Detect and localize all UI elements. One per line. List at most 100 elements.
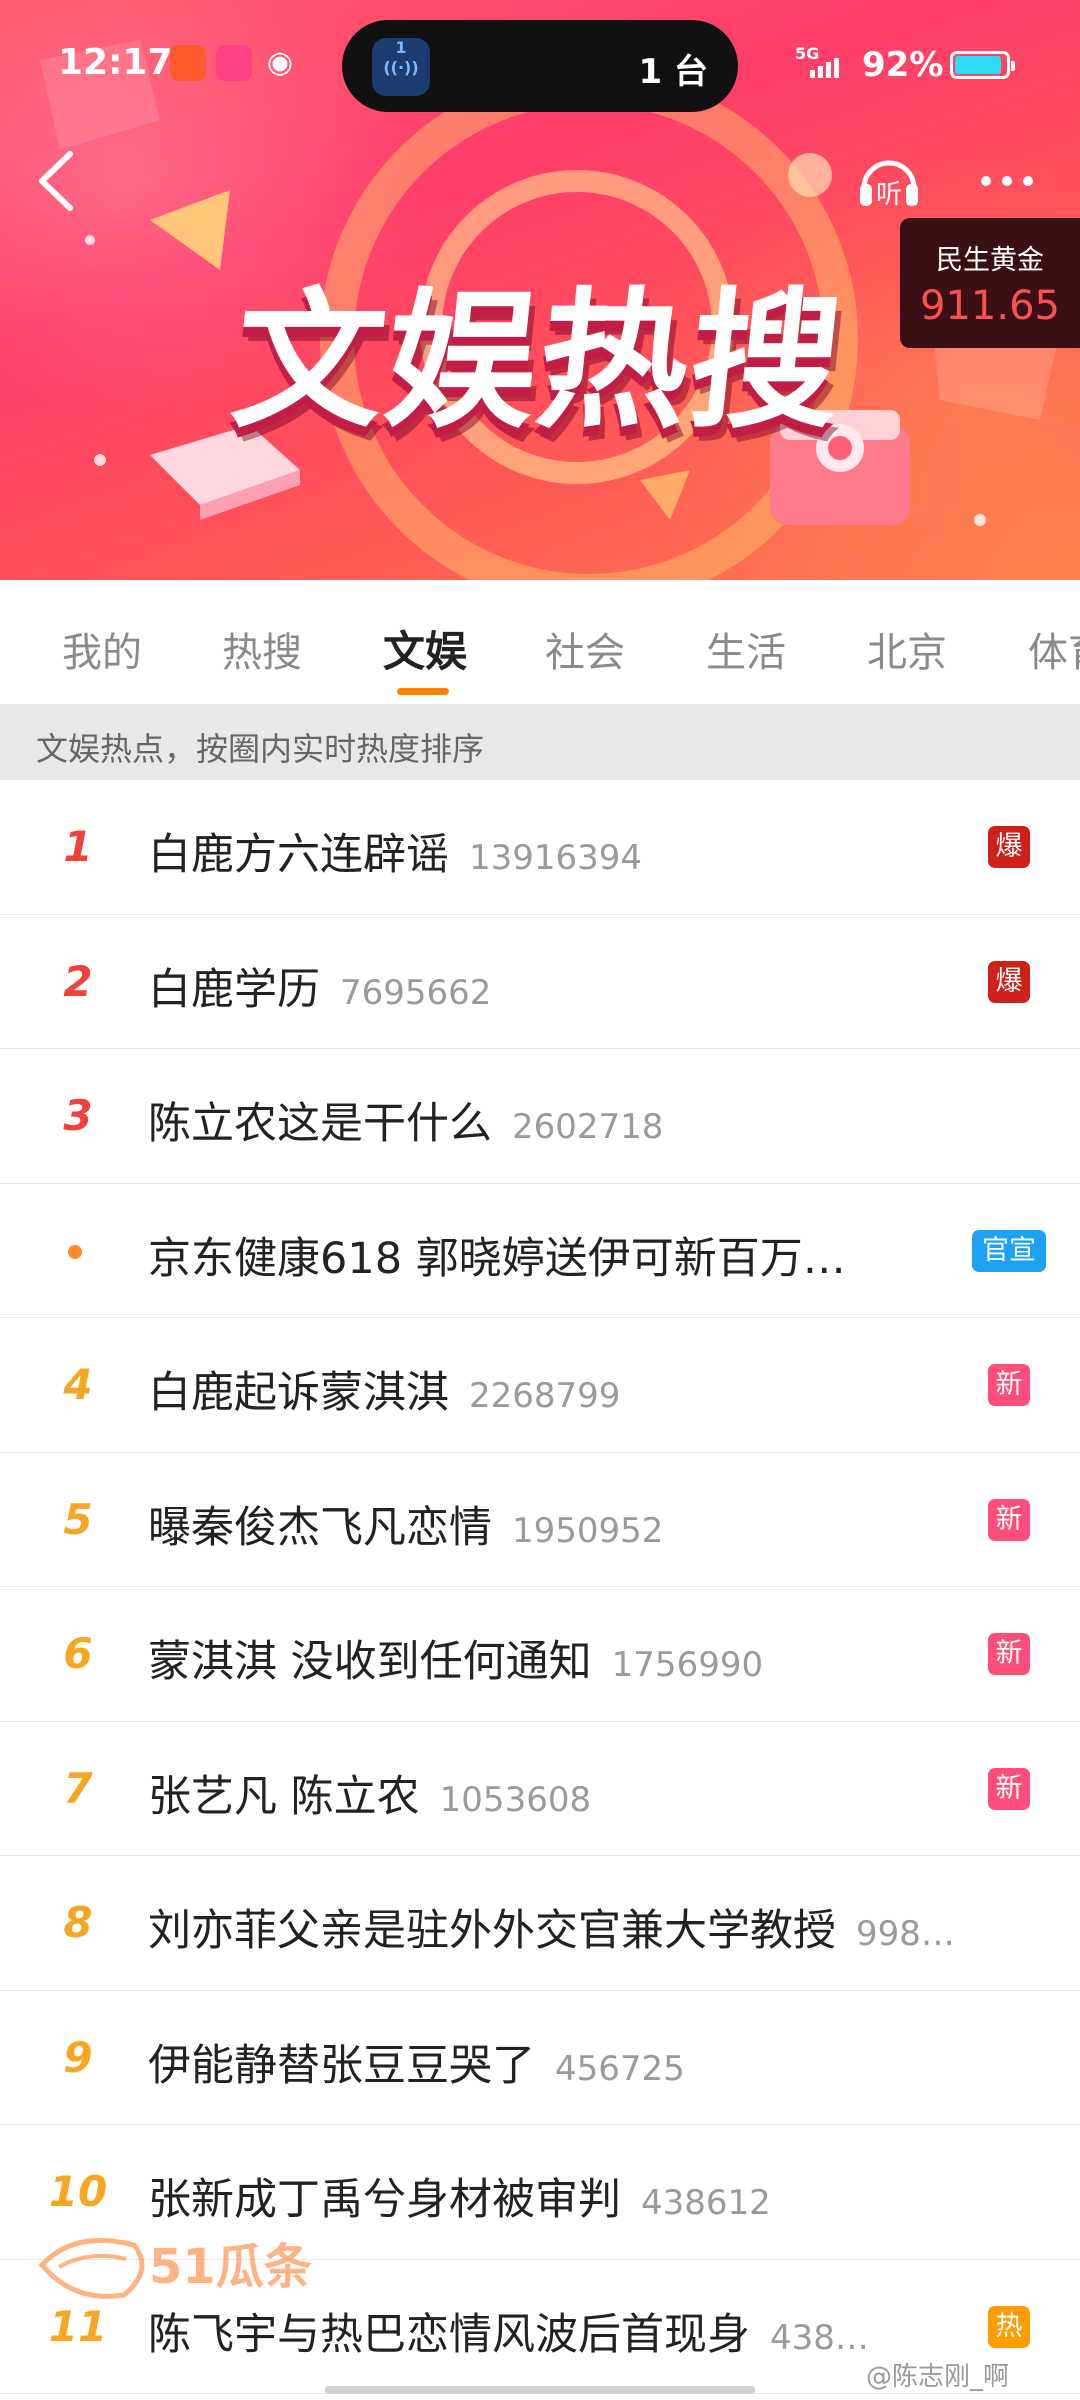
headphones-icon: 听	[860, 160, 918, 210]
heat-count: 1756990	[611, 1645, 764, 1685]
hot-search-list: 1 白鹿方六连辟谣 13916394 爆 2 白鹿学历 7695662 爆 3 陈立…	[0, 780, 1080, 2394]
list-item[interactable]: 8 刘亦菲父亲是驻外外交官兼大学教授 998…	[0, 1856, 1080, 1991]
topic-title: 蒙淇淇 没收到任何通知	[148, 1637, 592, 1687]
battery-percent: 92%	[862, 45, 944, 85]
topic-title: 陈飞宇与热巴恋情风波后首现身	[148, 2309, 750, 2360]
heat-count: 438…	[770, 2317, 869, 2358]
list-item[interactable]: 2 白鹿学历 7695662 爆	[0, 915, 1080, 1049]
signal-icon	[810, 58, 842, 78]
page-title: 文娱热搜	[225, 275, 852, 449]
list-item[interactable]: 3 陈立农这是干什么 2602718	[0, 1049, 1080, 1184]
list-item[interactable]: 7 张艺凡 陈立农 1053608 新	[0, 1722, 1080, 1856]
topic-text: 白鹿起诉蒙淇淇 2268799	[148, 1358, 620, 1420]
live-activity-text: 1 台	[638, 52, 709, 92]
rank-number: 10	[48, 2167, 108, 2216]
topic-text: 张艺凡 陈立农 1053608	[148, 1762, 591, 1824]
new-badge: 新	[988, 1364, 1030, 1406]
chevron-left-icon	[39, 151, 73, 211]
heat-count: 2602718	[512, 1107, 664, 1147]
dynamic-island[interactable]: 1 ((·)) 1 台	[342, 20, 738, 112]
list-item[interactable]: 9 伊能静替张豆豆哭了 456725	[0, 1991, 1080, 2125]
island-app-number: 1	[395, 38, 407, 57]
list-item[interactable]: 1 白鹿方六连辟谣 13916394 爆	[0, 780, 1080, 915]
new-badge: 新	[988, 1633, 1030, 1675]
rank-number: 8	[63, 1898, 93, 1947]
topic-title: 张新成丁禹兮身材被审判	[148, 2175, 621, 2225]
heat-count: 7695662	[340, 972, 492, 1013]
tab-life[interactable]: 生活	[706, 620, 786, 678]
back-button[interactable]	[36, 150, 96, 220]
live-activity-app-icon: 1 ((·))	[372, 38, 430, 96]
list-item[interactable]: 5 曝秦俊杰飞凡恋情 1950952 新	[0, 1453, 1080, 1587]
rank-number: 4	[63, 1360, 93, 1409]
watermark-logo: 51瓜条	[34, 2225, 334, 2305]
watermark-author: @陈志刚_啊	[866, 2362, 1010, 2392]
heat-count: 998…	[856, 1914, 955, 1954]
status-bar: 12:17 ◉ 1 ((·)) 1 台 5G 92%	[0, 20, 1080, 112]
rank-number: 1	[63, 822, 93, 871]
tab-mine[interactable]: 我的	[62, 620, 142, 678]
explode-badge: 爆	[988, 960, 1030, 1003]
rank-number: 2	[63, 956, 93, 1006]
rank-number: 7	[63, 1763, 93, 1813]
topic-text: 京东健康618 郭晓婷送伊可新百万…	[148, 1224, 846, 1286]
weibo-icon: ◉	[266, 45, 294, 80]
home-indicator[interactable]	[325, 2386, 755, 2394]
topic-title: 伊能静替张豆豆哭了	[148, 2040, 535, 2091]
rank-number: 11	[48, 2301, 108, 2351]
active-tab-indicator	[397, 688, 449, 695]
app-notification-icon	[170, 45, 206, 81]
rank-number: 3	[63, 1091, 93, 1140]
tab-society[interactable]: 社会	[545, 620, 625, 678]
topic-title: 京东健康618 郭晓婷送伊可新百万…	[148, 1233, 846, 1284]
subheader-text: 文娱热点，按圈内实时热度排序	[36, 730, 485, 768]
list-item[interactable]: 6 蒙淇淇 没收到任何通知 1756990 新	[0, 1587, 1080, 1722]
topic-title: 白鹿方六连辟谣	[148, 830, 449, 880]
rank-number: 9	[63, 2032, 93, 2082]
more-dots-icon	[981, 176, 1033, 186]
explode-badge: 爆	[988, 826, 1030, 868]
topic-text: 白鹿方六连辟谣 13916394	[148, 820, 642, 882]
official-badge: 官宣	[972, 1229, 1046, 1272]
media-app-icon	[216, 45, 252, 81]
heat-count: 2268799	[469, 1376, 621, 1416]
topic-text: 伊能静替张豆豆哭了 456725	[148, 2031, 685, 2093]
tab-beijing[interactable]: 北京	[867, 620, 947, 678]
topic-title: 白鹿起诉蒙淇淇	[148, 1368, 449, 1418]
heat-count: 1950952	[512, 1510, 664, 1551]
sponsored-dot-icon	[68, 1244, 82, 1259]
category-tabs: 我的 热搜 文娱 社会 生活 北京 体育	[0, 580, 1080, 704]
topic-text: 刘亦菲父亲是驻外外交官兼大学教授 998…	[148, 1896, 955, 1958]
topic-title: 张艺凡 陈立农	[148, 1771, 420, 1822]
rank-number: 6	[63, 1629, 93, 1678]
watermark-text: 51瓜条	[149, 2239, 312, 2295]
topic-title: 刘亦菲父亲是驻外外交官兼大学教授	[148, 1906, 836, 1956]
heat-count: 13916394	[469, 838, 643, 878]
tab-entertainment[interactable]: 文娱	[383, 618, 467, 679]
heat-count: 456725	[555, 2048, 685, 2089]
hot-badge: 热	[988, 2305, 1030, 2348]
status-time: 12:17	[58, 42, 173, 83]
topic-text: 陈立农这是干什么 2602718	[148, 1089, 663, 1151]
list-item[interactable]: 4 白鹿起诉蒙淇淇 2268799 新	[0, 1318, 1080, 1453]
tab-hot-search[interactable]: 热搜	[222, 620, 302, 678]
listen-button[interactable]: 听	[856, 148, 922, 214]
topic-text: 陈飞宇与热巴恋情风波后首现身 438…	[148, 2300, 869, 2362]
more-options-button[interactable]	[972, 158, 1042, 204]
header-banner: 12:17 ◉ 1 ((·)) 1 台 5G 92% 听 民生黄金 911.65…	[0, 0, 1080, 580]
heat-count: 1053608	[439, 1779, 592, 1820]
battery-level	[955, 56, 1001, 74]
new-badge: 新	[988, 1498, 1030, 1541]
topic-text: 白鹿学历 7695662	[148, 955, 491, 1017]
topic-text: 曝秦俊杰飞凡恋情 1950952	[148, 1493, 663, 1555]
watermark-melon-icon: 51瓜条	[38, 2238, 312, 2299]
section-subheader: 文娱热点，按圈内实时热度排序	[0, 704, 1080, 780]
tab-sports[interactable]: 体育	[1028, 620, 1080, 678]
topic-text: 张新成丁禹兮身材被审判 438612	[148, 2165, 771, 2227]
listen-label: 听	[876, 180, 902, 210]
topic-title: 白鹿学历	[148, 964, 320, 1015]
battery-icon	[950, 51, 1015, 79]
heat-count: 438612	[641, 2183, 771, 2223]
topic-title: 陈立农这是干什么	[148, 1099, 492, 1149]
list-item-sponsored[interactable]: 京东健康618 郭晓婷送伊可新百万… 官宣	[0, 1184, 1080, 1318]
